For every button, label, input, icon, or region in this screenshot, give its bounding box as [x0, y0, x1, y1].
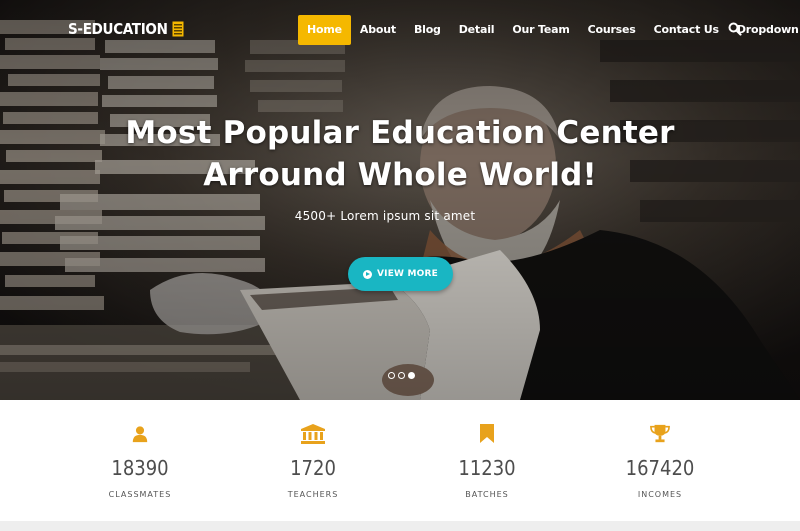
- stat-value: 1720: [290, 456, 336, 480]
- stat-label: CLASSMATES: [108, 490, 172, 499]
- nav-item-home[interactable]: Home: [298, 15, 351, 45]
- nav-item-detail[interactable]: Detail: [450, 15, 504, 45]
- brand-name[interactable]: S-EDUCATION: [68, 20, 168, 38]
- hero-background-image: [0, 0, 800, 400]
- view-more-button[interactable]: VIEW MORE: [348, 257, 453, 291]
- nav-item-contact-us[interactable]: Contact Us: [645, 15, 728, 45]
- book-icon: [172, 21, 184, 37]
- nav-item-courses[interactable]: Courses: [579, 15, 645, 45]
- brand[interactable]: S-EDUCATION: [68, 20, 184, 38]
- stat-value: 18390: [111, 456, 169, 480]
- hero-subtitle: 4500+ Lorem ipsum sit amet: [294, 209, 476, 223]
- stat-batches: 11230 BATCHES: [417, 424, 557, 499]
- hero-title-line-1: Most Popular Education Center: [125, 115, 675, 151]
- carousel-dot-2[interactable]: [398, 372, 405, 379]
- trophy-icon: [650, 424, 670, 443]
- carousel-dot-1[interactable]: [388, 372, 395, 379]
- hero-section: S-EDUCATION Home About Blog Detail Our T…: [0, 0, 800, 400]
- stat-classmates: 18390 CLASSMATES: [70, 424, 210, 499]
- nav-menu: Home About Blog Detail Our Team Courses …: [298, 15, 800, 45]
- stat-label: INCOMES: [637, 490, 683, 499]
- hero-title-line-2: Arround Whole World!: [203, 157, 597, 193]
- search-icon[interactable]: [728, 22, 742, 36]
- hero-title: Most Popular Education Center Arround Wh…: [0, 112, 800, 196]
- view-more-label: VIEW MORE: [376, 269, 438, 279]
- user-icon: [132, 426, 148, 443]
- nav-item-our-team[interactable]: Our Team: [503, 15, 578, 45]
- stat-incomes: 167420 INCOMES: [590, 424, 730, 499]
- bank-icon: [301, 424, 325, 444]
- stat-teachers: 1720 TEACHERS: [243, 424, 383, 499]
- carousel-indicators: [388, 372, 415, 379]
- stat-value: 167420: [625, 456, 695, 480]
- nav-item-dropdown-label: Dropdown: [736, 23, 799, 36]
- play-icon: [362, 269, 372, 279]
- nav-item-about[interactable]: About: [351, 15, 405, 45]
- stats-section: 18390 CLASSMATES 1720 TEACHERS 11230 BAT…: [0, 400, 800, 521]
- nav-item-blog[interactable]: Blog: [405, 15, 450, 45]
- stat-value: 11230: [458, 456, 516, 480]
- stat-label: BATCHES: [465, 490, 509, 499]
- stat-label: TEACHERS: [287, 490, 339, 499]
- bookmark-icon: [480, 424, 494, 443]
- carousel-dot-3[interactable]: [408, 372, 415, 379]
- main-navbar: S-EDUCATION Home About Blog Detail Our T…: [0, 0, 800, 60]
- next-section-strip: [0, 521, 800, 531]
